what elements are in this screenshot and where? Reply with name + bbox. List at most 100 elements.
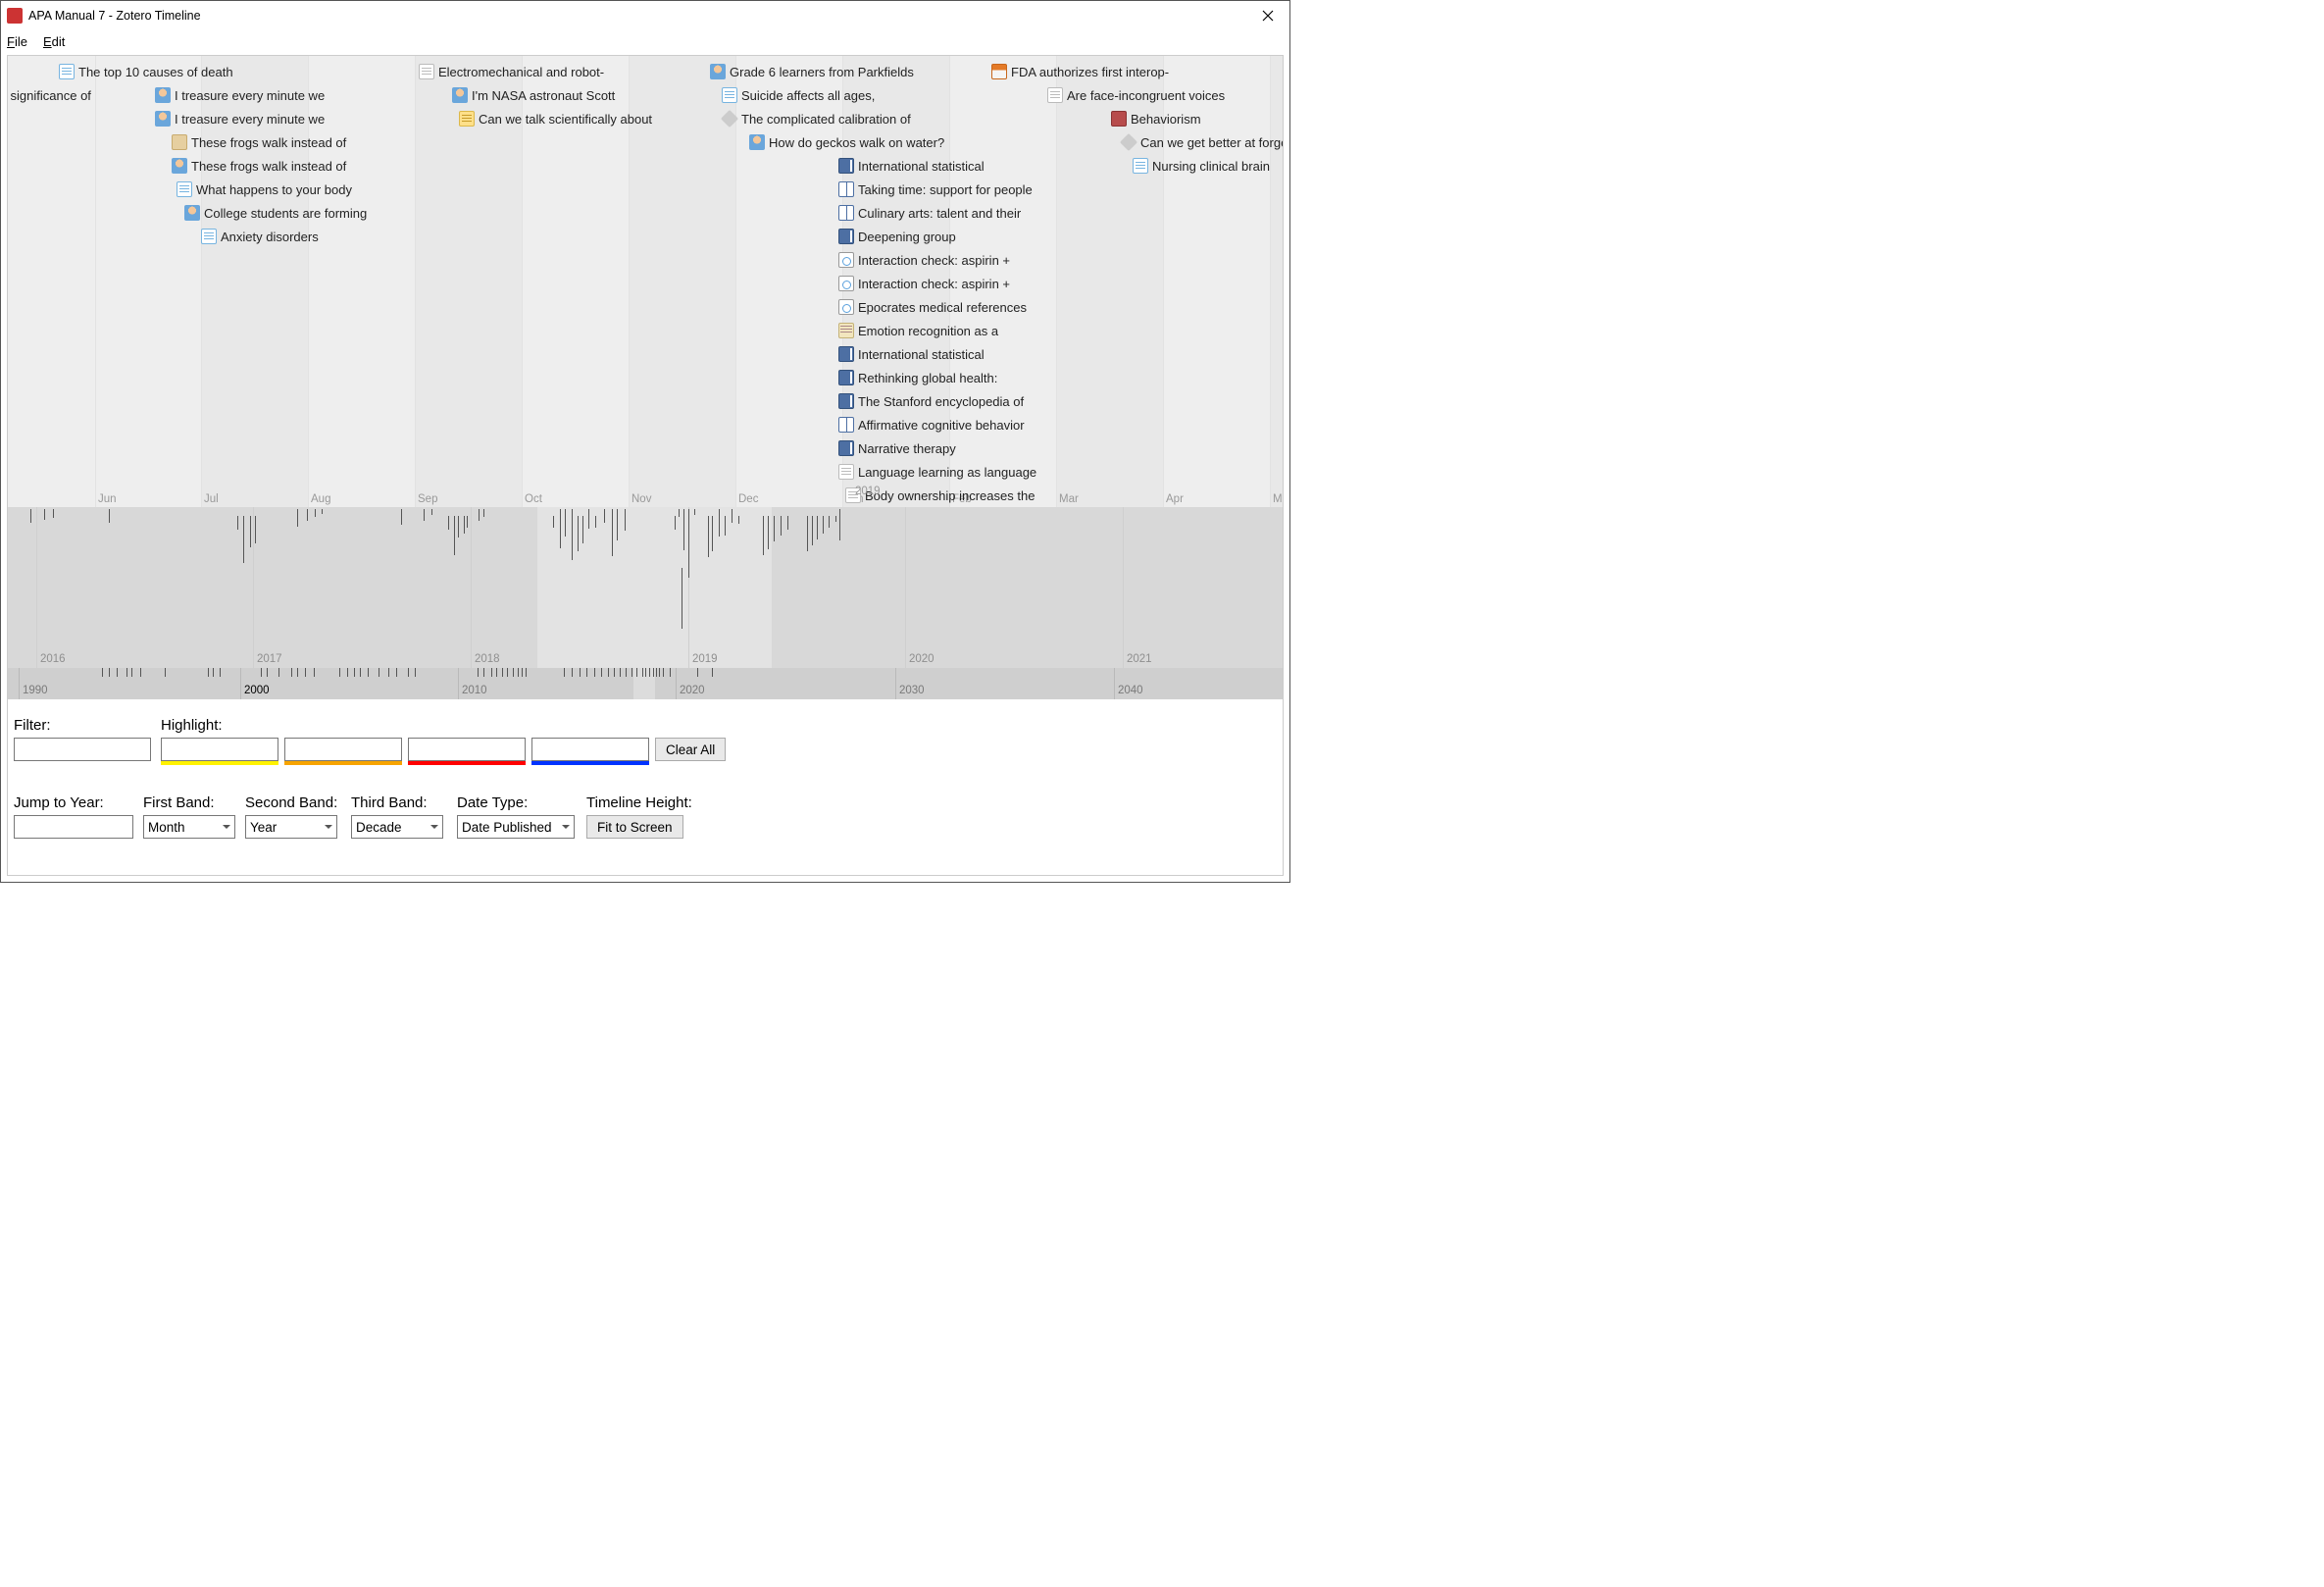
entry-label: International statistical (858, 347, 985, 362)
timeline-entry[interactable]: Suicide affects all ages, (722, 85, 875, 105)
entry-label: Grade 6 learners from Parkfields (730, 65, 914, 79)
highlight-input-4[interactable] (531, 738, 649, 761)
year-inline-label: 2019 (855, 482, 881, 501)
timeline-band-decade[interactable]: 199020002010202020302040 (8, 668, 1283, 699)
entry-label: These frogs walk instead of (191, 159, 346, 174)
clear-all-button[interactable]: Clear All (655, 738, 726, 761)
timeline-entry[interactable]: Are face-incongruent voices (1047, 85, 1225, 105)
timeline-entry[interactable]: International statistical (838, 156, 985, 176)
ruler-icon (838, 323, 854, 338)
menubar: File Edit (1, 30, 1289, 52)
user-icon (452, 87, 468, 103)
first-band-label: First Band: (143, 794, 241, 811)
month-label-jul: Jul (204, 493, 219, 505)
timeline-entry[interactable]: These frogs walk instead of (172, 156, 346, 176)
timeline-entry[interactable]: College students are forming (184, 203, 367, 223)
timeline-entry[interactable]: Taking time: support for people (838, 179, 1033, 199)
jump-input[interactable] (14, 815, 133, 839)
timeline-entry[interactable]: Grade 6 learners from Parkfields (710, 62, 914, 81)
window-titlebar: APA Manual 7 - Zotero Timeline (1, 1, 1289, 30)
timeline-entry[interactable]: International statistical (838, 344, 985, 364)
entry-label: Taking time: support for people (858, 182, 1033, 197)
month-label-jun: Jun (98, 493, 117, 505)
fit-to-screen-button[interactable]: Fit to Screen (586, 815, 683, 839)
year-label-2018: 2018 (475, 653, 500, 665)
app-icon (7, 8, 23, 24)
timeline-entry[interactable]: Affirmative cognitive behavior (838, 415, 1025, 435)
timeline-entry[interactable]: What happens to your body (177, 179, 352, 199)
entry-label: Epocrates medical references (858, 300, 1027, 315)
jump-label: Jump to Year: (14, 794, 139, 811)
month-label-mar: Mar (1059, 493, 1079, 505)
second-band-label: Second Band: (245, 794, 347, 811)
timeline-entry[interactable]: The top 10 causes of death (59, 62, 233, 81)
first-band-select[interactable]: Month (143, 815, 235, 839)
entry-label: Interaction check: aspirin + (858, 277, 1010, 291)
entry-label: FDA authorizes first interop- (1011, 65, 1169, 79)
timeline-band-year[interactable]: 201620172018201920202021 (8, 507, 1283, 668)
timeline-entry[interactable]: Can we get better at forgett (1121, 132, 1283, 152)
date-type-select[interactable]: Date Published (457, 815, 575, 839)
timeline-entry[interactable]: The Stanford encyclopedia of (838, 391, 1024, 411)
timeline-entry[interactable]: Interaction check: aspirin + (838, 274, 1010, 293)
timeline-entry[interactable]: Epocrates medical references (838, 297, 1027, 317)
month-label-dec: Dec (738, 493, 758, 505)
timeline-entry[interactable]: Narrative therapy (838, 438, 956, 458)
timeline-entry[interactable]: Rethinking global health: (838, 368, 997, 387)
highlight-input-3[interactable] (408, 738, 526, 761)
entry-label: Can we talk scientifically about (479, 112, 652, 127)
year-label-2016: 2016 (40, 653, 66, 665)
book-icon (838, 158, 854, 174)
month-label-oct: Oct (525, 493, 542, 505)
year-label-2020: 2020 (909, 653, 935, 665)
timeline-entry[interactable]: Anxiety disorders (201, 227, 319, 246)
user-icon (749, 134, 765, 150)
timeline-entry[interactable]: Electromechanical and robot- (419, 62, 604, 81)
timeline-entry[interactable]: FDA authorizes first interop- (991, 62, 1169, 81)
menu-file[interactable]: File (7, 34, 27, 49)
timeline-entry[interactable]: Can we talk scientifically about (459, 109, 652, 128)
timeline-entry[interactable]: How do geckos walk on water? (749, 132, 944, 152)
third-band-select[interactable]: Decade (351, 815, 443, 839)
timeline-band-month[interactable]: JunJulAugSepOctNovDecJanFebMarAprMa The … (8, 56, 1283, 507)
page-icon (201, 229, 217, 244)
timeline-entry[interactable]: Behaviorism (1111, 109, 1201, 128)
file-icon (838, 299, 854, 315)
open-icon (838, 417, 854, 433)
month-label-nov: Nov (632, 493, 651, 505)
month-label-ma: Ma (1273, 493, 1283, 505)
user-icon (155, 111, 171, 127)
timeline-entry[interactable]: Emotion recognition as a (838, 321, 998, 340)
highlight-input-1[interactable] (161, 738, 278, 761)
timeline-entry[interactable]: These frogs walk instead of (172, 132, 346, 152)
entry-label: What happens to your body (196, 182, 352, 197)
timeline-entry[interactable]: : and significance of (8, 85, 91, 105)
menu-edit[interactable]: Edit (43, 34, 65, 49)
date-type-label: Date Type: (457, 794, 582, 811)
timeline-entry[interactable]: The complicated calibration of (722, 109, 911, 128)
decade-label-2040: 2040 (1118, 685, 1143, 696)
doc-icon (1047, 87, 1063, 103)
timeline-entry[interactable]: Deepening group (838, 227, 956, 246)
close-button[interactable] (1245, 1, 1289, 30)
filter-label: Filter: (14, 717, 161, 734)
mic-icon (172, 134, 187, 150)
timeline-entry[interactable]: Interaction check: aspirin + (838, 250, 1010, 270)
highlight-input-2[interactable] (284, 738, 402, 761)
entry-label: Can we get better at forgett (1140, 135, 1283, 150)
timeline-entry[interactable]: Nursing clinical brain (1133, 156, 1270, 176)
page-icon (177, 181, 192, 197)
second-band-select[interactable]: Year (245, 815, 337, 839)
book-icon (838, 229, 854, 244)
timeline-entry[interactable]: I treasure every minute we (155, 109, 325, 128)
timeline-entry[interactable]: I'm NASA astronaut Scott (452, 85, 615, 105)
entry-label: I'm NASA astronaut Scott (472, 88, 615, 103)
entry-label: I treasure every minute we (175, 112, 325, 127)
entry-label: Body ownership increases the (865, 488, 1035, 503)
filter-input[interactable] (14, 738, 151, 761)
user-icon (155, 87, 171, 103)
timeline-entry[interactable]: Culinary arts: talent and their (838, 203, 1021, 223)
entry-label: Language learning as language (858, 465, 1036, 480)
timeline-entry[interactable]: Language learning as language (838, 462, 1036, 482)
timeline-entry[interactable]: I treasure every minute we (155, 85, 325, 105)
